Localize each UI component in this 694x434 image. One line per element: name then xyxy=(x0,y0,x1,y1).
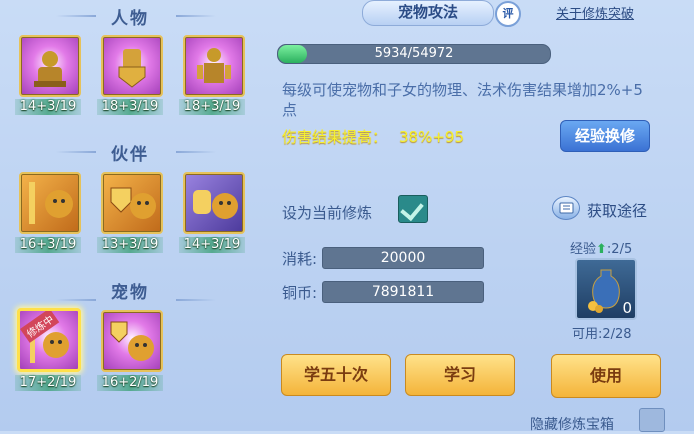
set-current-checkbox[interactable] xyxy=(398,195,428,223)
skill-level: 16+3/19 xyxy=(15,237,81,253)
skill-people-2[interactable] xyxy=(101,35,163,97)
exp-item-qty: 0 xyxy=(622,299,632,317)
skill-level: 18+3/19 xyxy=(179,99,245,115)
skill-level: 18+3/19 xyxy=(97,99,163,115)
damage-label: 伤害结果提高： xyxy=(282,128,388,146)
exp-item-usable: 可用:2/28 xyxy=(572,327,632,342)
section-title-pet: 宠物 xyxy=(111,283,149,303)
eval-button[interactable]: 评 xyxy=(495,1,521,27)
exp-exchange-button[interactable]: 经验换修 xyxy=(560,120,650,152)
cost-label: 消耗: xyxy=(282,250,318,268)
lion-fist-icon xyxy=(193,190,238,219)
cost-value: 20000 xyxy=(322,247,484,269)
skill-level: 17+2/19 xyxy=(15,375,81,391)
panel-title: 宠物攻法 xyxy=(362,0,494,26)
title-deco-right xyxy=(176,299,216,301)
skill-level: 16+2/19 xyxy=(97,375,163,391)
skill-level: 14+3/19 xyxy=(179,237,245,253)
exp-item-label: 经验 xyxy=(570,242,597,257)
section-title-people: 人物 xyxy=(111,9,149,29)
damage-value: 38%+95 xyxy=(399,128,465,146)
use-button[interactable]: 使用 xyxy=(551,354,661,398)
exp-item-slot[interactable]: 0 xyxy=(575,258,637,320)
lion-shield-icon xyxy=(110,187,156,219)
effect-description: 每级可使宠物和子女的物理、法术伤害结果增加2%+5点 xyxy=(282,81,643,119)
hidden-box-checkbox[interactable] xyxy=(639,408,665,432)
arrow-up-icon: ⬆ xyxy=(596,242,607,257)
damage-increase: 伤害结果提高： 38%+95 xyxy=(282,126,464,147)
copper-label: 铜币: xyxy=(282,284,318,302)
exp-item-header: 经验⬆:2/5 xyxy=(570,238,632,257)
learn-button[interactable]: 学习 xyxy=(405,354,515,396)
title-deco-right xyxy=(176,151,216,153)
copper-value: 7891811 xyxy=(322,281,484,303)
skill-people-1[interactable] xyxy=(19,35,81,97)
title-deco-right xyxy=(176,15,216,17)
set-current-label: 设为当前修炼 xyxy=(282,204,373,222)
warrior-icon xyxy=(197,48,231,83)
skill-partner-1[interactable] xyxy=(19,172,81,234)
learn-fifty-button[interactable]: 学五十次 xyxy=(281,354,391,396)
statue-icon xyxy=(34,51,66,87)
skill-partner-2[interactable] xyxy=(101,172,163,234)
skill-partner-3[interactable] xyxy=(183,172,245,234)
skill-level: 14+3/19 xyxy=(15,99,81,115)
section-title-partner: 伙伴 xyxy=(111,145,149,165)
skill-pet-1[interactable]: 修炼中 xyxy=(17,308,81,372)
book-icon xyxy=(552,196,580,220)
skill-people-3[interactable] xyxy=(183,35,245,97)
shield-warrior-icon xyxy=(118,49,146,88)
lion-sword-icon xyxy=(29,182,73,224)
exp-progress-text: 5934/54972 xyxy=(374,46,454,61)
pet-cat-shield-icon xyxy=(110,321,154,361)
exp-item-count: :2/5 xyxy=(606,242,633,257)
skill-level: 13+3/19 xyxy=(97,237,163,253)
get-route-link[interactable]: 获取途径 xyxy=(587,200,647,221)
skill-pet-2[interactable] xyxy=(101,310,163,372)
breakthrough-link[interactable]: 关于修炼突破 xyxy=(556,3,634,22)
exp-progress-bar: 5934/54972 xyxy=(277,44,551,64)
hidden-box-label: 隐藏修炼宝箱 xyxy=(530,417,614,433)
